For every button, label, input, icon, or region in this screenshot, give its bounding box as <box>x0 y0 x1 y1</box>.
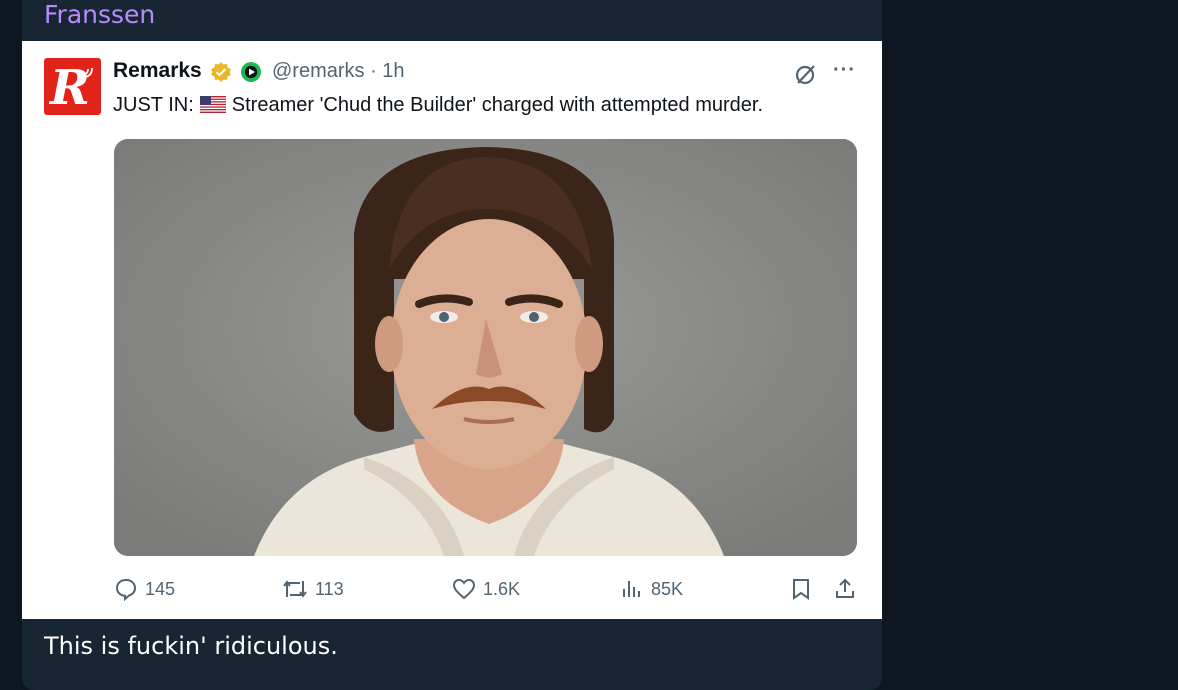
like-count: 1.6K <box>483 578 521 599</box>
tweet-photo[interactable] <box>114 139 857 556</box>
tweet-actions: 145 113 1.6K 85K <box>22 569 882 609</box>
reply-icon <box>115 578 137 601</box>
tweet-text-prefix: JUST IN: <box>113 94 194 116</box>
bookmark-icon <box>793 579 809 600</box>
view-count: 85K <box>651 578 684 599</box>
heart-icon <box>452 578 476 600</box>
us-flag-icon <box>199 96 226 113</box>
reply-count: 145 <box>145 578 176 599</box>
views-button[interactable]: 85K <box>620 569 683 609</box>
reply-button[interactable]: 145 <box>114 569 175 609</box>
like-button[interactable]: 1.6K <box>452 569 520 609</box>
repost-button[interactable]: 113 <box>282 569 344 609</box>
more-options-icon[interactable]: ··· <box>833 59 856 82</box>
grok-icon[interactable] <box>793 61 819 87</box>
verified-badge-icon <box>211 62 231 82</box>
mugshot-image <box>114 139 857 556</box>
bookmark-button[interactable] <box>790 569 819 609</box>
share-button[interactable] <box>833 569 864 609</box>
sender-name[interactable]: Franssen <box>44 0 155 30</box>
repost-icon <box>283 580 307 598</box>
tweet-text: JUST IN: Streamer 'Chud the Builder' cha… <box>113 94 763 117</box>
tweet-handle-time[interactable]: @remarks · 1h <box>272 60 405 83</box>
repost-count: 113 <box>315 578 344 599</box>
embedded-tweet-card[interactable]: R Remarks @remarks · 1h ··· JUST IN: Str… <box>22 41 882 619</box>
chat-left-strip <box>0 0 22 675</box>
message-caption: This is fuckin' ridiculous. <box>44 632 338 660</box>
tweet-avatar[interactable]: R <box>44 58 101 115</box>
broadcast-waves-icon <box>84 67 93 78</box>
affiliate-badge-icon[interactable] <box>240 61 262 83</box>
share-icon <box>836 578 854 598</box>
tweet-text-body: Streamer 'Chud the Builder' charged with… <box>231 94 764 116</box>
tweet-display-name[interactable]: Remarks <box>113 59 202 83</box>
views-chart-icon <box>623 581 640 597</box>
